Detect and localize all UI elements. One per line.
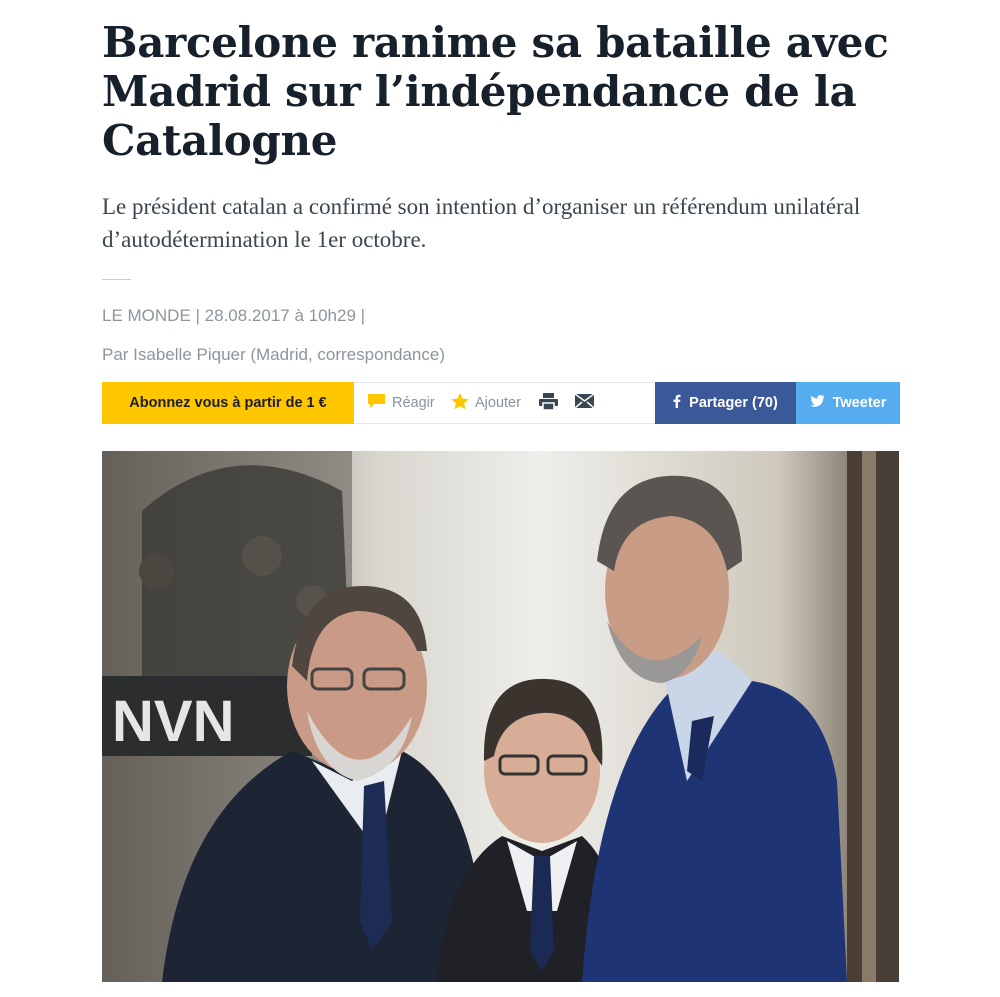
- headline: Barcelone ranime sa bataille avec Madrid…: [102, 18, 889, 165]
- subscribe-button[interactable]: Abonnez vous à partir de 1 €: [102, 382, 354, 424]
- article-photo-illustration: NVN: [102, 451, 899, 982]
- twitter-share-label: Tweeter: [832, 395, 887, 411]
- react-label: Réagir: [392, 395, 435, 411]
- add-button[interactable]: Ajouter: [451, 383, 521, 423]
- article-meta: LE MONDE | 28.08.2017 à 10h29 |: [102, 306, 366, 325]
- facebook-share-label: Partager (70): [689, 395, 778, 411]
- facebook-share-button[interactable]: Partager (70): [655, 382, 796, 424]
- article-photo: NVN: [102, 451, 899, 982]
- mail-icon: [574, 393, 595, 412]
- separator: [102, 279, 131, 280]
- star-icon: [451, 392, 469, 414]
- article-toolbar: Abonnez vous à partir de 1 € Réagir Ajou…: [102, 382, 900, 424]
- print-icon: [539, 392, 558, 414]
- twitter-icon: [809, 395, 825, 411]
- react-button[interactable]: Réagir: [367, 383, 435, 423]
- print-button[interactable]: [539, 383, 564, 423]
- article-lede: Le président catalan a confirmé son inte…: [102, 194, 861, 252]
- photo-banner-text: NVN: [112, 689, 234, 754]
- facebook-icon: [673, 394, 681, 412]
- comment-icon: [367, 393, 386, 413]
- add-label: Ajouter: [475, 395, 521, 411]
- subscribe-label: Abonnez vous à partir de 1 €: [129, 395, 327, 411]
- twitter-share-button[interactable]: Tweeter: [796, 382, 900, 424]
- article-author: Par Isabelle Piquer (Madrid, corresponda…: [102, 345, 446, 364]
- mail-button[interactable]: [574, 383, 600, 423]
